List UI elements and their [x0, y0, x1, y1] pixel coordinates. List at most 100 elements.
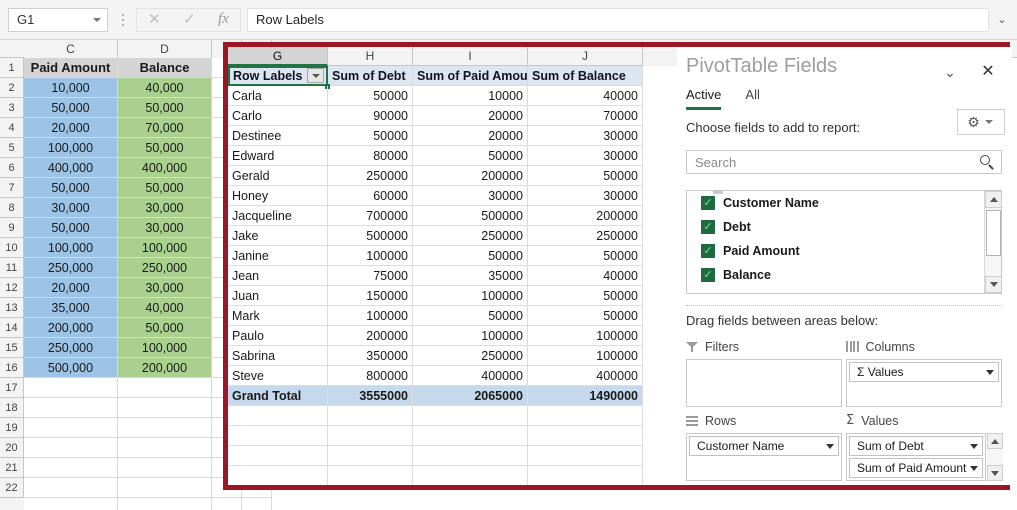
- area-values[interactable]: Σ Values Sum of Debt Sum of Paid Amount: [846, 411, 1003, 481]
- cell-d14[interactable]: 50,000: [118, 318, 212, 338]
- pivot-row-debt-6[interactable]: 700000: [328, 206, 413, 226]
- pivot-row-name-9[interactable]: Jean: [228, 266, 328, 286]
- field-chip-sum-of-debt[interactable]: Sum of Debt: [849, 436, 983, 456]
- pivot-empty-19-3[interactable]: [528, 446, 643, 466]
- pivot-row-balance-6[interactable]: 200000: [528, 206, 643, 226]
- area-rows-dropzone[interactable]: Customer Name: [686, 433, 842, 481]
- column-header-c[interactable]: C: [24, 40, 118, 58]
- field-item-customer-name[interactable]: Customer Name: [687, 191, 1001, 215]
- scroll-up-button[interactable]: [985, 191, 1001, 208]
- pivot-row-balance-1[interactable]: 70000: [528, 106, 643, 126]
- pivot-empty-20-2[interactable]: [413, 466, 528, 485]
- cell-d7[interactable]: 50,000: [118, 178, 212, 198]
- cell-c3[interactable]: 50,000: [24, 98, 118, 118]
- pivot-column-header-j[interactable]: J: [528, 47, 643, 66]
- pivot-row-paid-7[interactable]: 250000: [413, 226, 528, 246]
- column-header-d[interactable]: D: [118, 40, 212, 58]
- cell-d22[interactable]: [118, 478, 212, 498]
- pivot-row-paid-13[interactable]: 250000: [413, 346, 528, 366]
- pivot-row-debt-11[interactable]: 100000: [328, 306, 413, 326]
- pivot-row-name-13[interactable]: Sabrina: [228, 346, 328, 366]
- pivot-header-sum-of-paid-amount[interactable]: Sum of Paid Amount: [413, 66, 528, 86]
- cell-c9[interactable]: 50,000: [24, 218, 118, 238]
- cell-d10[interactable]: 100,000: [118, 238, 212, 258]
- pivot-empty-18-3[interactable]: [528, 426, 643, 446]
- row-labels-filter-dropdown-icon[interactable]: [307, 68, 324, 83]
- pivot-column-header-i[interactable]: I: [413, 47, 528, 66]
- pivot-grand-total-debt[interactable]: 3555000: [328, 386, 413, 406]
- cell-c7[interactable]: 50,000: [24, 178, 118, 198]
- cell-d21[interactable]: [118, 458, 212, 478]
- pivot-row-debt-7[interactable]: 500000: [328, 226, 413, 246]
- pivot-row-balance-9[interactable]: 40000: [528, 266, 643, 286]
- pivot-row-balance-14[interactable]: 400000: [528, 366, 643, 386]
- cell-d23[interactable]: [118, 498, 212, 510]
- pivot-row-balance-7[interactable]: 250000: [528, 226, 643, 246]
- chevron-down-icon[interactable]: [93, 17, 101, 22]
- pivot-empty-18-0[interactable]: [228, 426, 328, 446]
- pivot-row-debt-10[interactable]: 150000: [328, 286, 413, 306]
- pivot-row-paid-10[interactable]: 100000: [413, 286, 528, 306]
- pivot-grand-total-paid[interactable]: 2065000: [413, 386, 528, 406]
- checkbox-checked-icon[interactable]: [701, 220, 715, 234]
- field-list-scrollbar[interactable]: [984, 191, 1001, 293]
- checkbox-checked-icon[interactable]: [701, 268, 715, 282]
- scrollbar-thumb[interactable]: [986, 210, 1001, 256]
- pivot-row-paid-9[interactable]: 35000: [413, 266, 528, 286]
- pivot-empty-20-1[interactable]: [328, 466, 413, 485]
- cell-d9[interactable]: 30,000: [118, 218, 212, 238]
- field-item-paid-amount[interactable]: Paid Amount: [687, 239, 1001, 263]
- pivot-empty-17-0[interactable]: [228, 406, 328, 426]
- cell-d19[interactable]: [118, 418, 212, 438]
- pivot-row-paid-1[interactable]: 20000: [413, 106, 528, 126]
- row-header-14[interactable]: 14: [0, 318, 24, 338]
- pivot-row-balance-5[interactable]: 30000: [528, 186, 643, 206]
- field-chip-sum-of-paid-amount[interactable]: Sum of Paid Amount: [849, 458, 983, 478]
- cell-c13[interactable]: 35,000: [24, 298, 118, 318]
- row-header-9[interactable]: 9: [0, 218, 24, 238]
- cell-c11[interactable]: 250,000: [24, 258, 118, 278]
- row-header-21[interactable]: 21: [0, 458, 24, 478]
- cell-c22[interactable]: [24, 478, 118, 498]
- pivot-row-balance-13[interactable]: 100000: [528, 346, 643, 366]
- pivot-row-debt-12[interactable]: 200000: [328, 326, 413, 346]
- checkbox-checked-icon[interactable]: [701, 244, 715, 258]
- pivot-header-sum-of-debt[interactable]: Sum of Debt: [328, 66, 413, 86]
- cell-c5[interactable]: 100,000: [24, 138, 118, 158]
- cell-c4[interactable]: 20,000: [24, 118, 118, 138]
- insert-function-icon[interactable]: fx: [218, 12, 229, 27]
- row-header-10[interactable]: 10: [0, 238, 24, 258]
- row-header-8[interactable]: 8: [0, 198, 24, 218]
- pivot-empty-20-0[interactable]: [228, 466, 328, 485]
- cell-d2[interactable]: 40,000: [118, 78, 212, 98]
- cell-c1-header[interactable]: Paid Amount: [24, 58, 118, 78]
- pivot-row-paid-12[interactable]: 100000: [413, 326, 528, 346]
- pivot-row-name-5[interactable]: Honey: [228, 186, 328, 206]
- pivot-row-name-3[interactable]: Edward: [228, 146, 328, 166]
- pivot-empty-19-1[interactable]: [328, 446, 413, 466]
- pivot-row-paid-6[interactable]: 500000: [413, 206, 528, 226]
- tab-all[interactable]: All: [745, 87, 759, 110]
- cell-c20[interactable]: [24, 438, 118, 458]
- cell-c12[interactable]: 20,000: [24, 278, 118, 298]
- pivot-row-name-1[interactable]: Carlo: [228, 106, 328, 126]
- pivot-row-paid-0[interactable]: 10000: [413, 86, 528, 106]
- pivot-row-debt-1[interactable]: 90000: [328, 106, 413, 126]
- pivot-header-sum-of-balance[interactable]: Sum of Balance: [528, 66, 643, 86]
- pivot-empty-17-2[interactable]: [413, 406, 528, 426]
- row-header-22[interactable]: 22: [0, 478, 24, 498]
- pivot-row-paid-5[interactable]: 30000: [413, 186, 528, 206]
- area-columns[interactable]: Columns Σ Values: [846, 337, 1002, 407]
- pivot-row-balance-8[interactable]: 50000: [528, 246, 643, 266]
- pivot-row-name-10[interactable]: Juan: [228, 286, 328, 306]
- pivot-row-paid-4[interactable]: 200000: [413, 166, 528, 186]
- row-header-5[interactable]: 5: [0, 138, 24, 158]
- close-icon[interactable]: ✕: [148, 12, 161, 27]
- pivot-empty-17-1[interactable]: [328, 406, 413, 426]
- cell-c6[interactable]: 400,000: [24, 158, 118, 178]
- pivot-row-debt-0[interactable]: 50000: [328, 86, 413, 106]
- pivot-grand-total-balance[interactable]: 1490000: [528, 386, 643, 406]
- formula-bar-handle[interactable]: [116, 8, 130, 32]
- pivot-row-debt-8[interactable]: 100000: [328, 246, 413, 266]
- pivot-row-balance-4[interactable]: 50000: [528, 166, 643, 186]
